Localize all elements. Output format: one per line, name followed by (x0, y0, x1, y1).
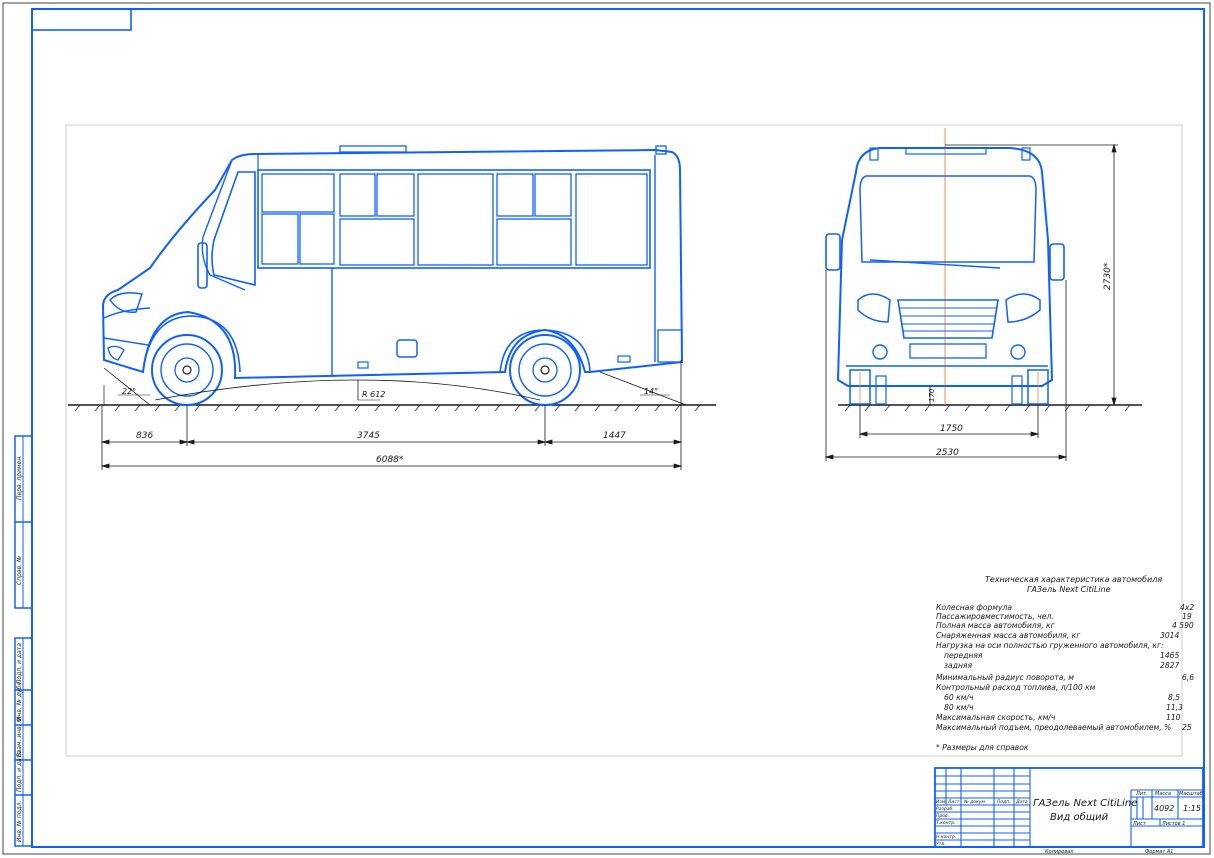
spec-value-6: 2827 (1160, 661, 1179, 670)
dim-overall-length: 6088* (376, 455, 404, 465)
spec-value-1: 19 (1182, 612, 1192, 621)
spec-label-12: Максимальный подъем, преодолеваемый авто… (936, 723, 1171, 732)
spec-value-9: 8,5 (1168, 693, 1180, 702)
spec-label-5: передняя (944, 651, 983, 660)
spec-footnote: * Размеры для справок (936, 743, 1029, 752)
spec-value-12: 25 (1182, 723, 1192, 732)
tb-col-lit: Лит. (1135, 791, 1148, 797)
tb-doc: № докум. (963, 799, 986, 805)
spec-value-2: 4 590 (1172, 621, 1194, 630)
spec-label-0: Колесная формула (936, 603, 1012, 612)
tb-role-0: Разраб. (936, 806, 954, 812)
dim-front-clearance: 170 (928, 388, 936, 402)
stamp-label-sprav: Справ. № (16, 556, 23, 585)
front-view-dimensions (824, 143, 1118, 461)
tb-format: Формат A1 (1145, 849, 1173, 855)
departure-angle: 14° (644, 387, 658, 396)
spec-label-10: 80 км/ч (944, 703, 974, 712)
spec-title-2: ГАЗель Next CitiLine (1027, 585, 1111, 594)
spec-value-7: 6,6 (1182, 673, 1194, 682)
tb-col-scale: Масштаб (1179, 791, 1203, 797)
tb-sheet: Лист (1132, 821, 1147, 827)
spec-label-11: Максимальная скорость, км/ч (936, 713, 1056, 722)
side-stamp: Перв. примен. Справ. № Подп. и дата Инв.… (14, 435, 33, 847)
tb-date: Дата (1015, 799, 1028, 805)
spec-table: Техническая характеристика автомобиля ГА… (936, 575, 1194, 752)
bus-front-view (825, 128, 1142, 412)
tb-mass-value: 4092 (1154, 804, 1174, 813)
spec-value-0: 4x2 (1180, 603, 1194, 612)
dim-rear-overhang: 1447 (603, 431, 626, 441)
stamp-label-podp2: Подп. и дата (16, 751, 23, 792)
dim-wheelbase: 3745 (357, 431, 380, 441)
tb-role-1: Пров. (936, 813, 949, 819)
tb-col-mass: Масса (1155, 791, 1171, 797)
spec-label-1: Пассажировместимость, чел. (936, 612, 1054, 621)
side-view-dimensions (100, 360, 683, 470)
dim-overall-width: 2530 (936, 448, 959, 458)
dim-track-width: 1750 (940, 424, 963, 434)
dim-front-overhang: 836 (136, 431, 153, 441)
tb-scale-value: 1:15 (1183, 804, 1201, 813)
spec-label-3: Снаряженная масса автомобиля, кг (936, 631, 1081, 640)
rear-wheel (509, 334, 581, 406)
stamp-label-podp1: Подп. и дата (16, 643, 23, 684)
ground-clearance-radius: R 612 (362, 390, 385, 399)
spec-value-10: 11,3 (1166, 703, 1183, 712)
title-block: Изм. Лист № докум. Подп. Дата Разраб. Пр… (934, 767, 1204, 855)
spec-label-4: Нагрузка на оси полностью груженного авт… (936, 641, 1164, 650)
spec-value-11: 110 (1166, 713, 1181, 722)
drawing-name-1: ГАЗель Next CitiLine (1033, 798, 1137, 809)
stamp-label-vzam: Взам. инв. № (16, 716, 23, 757)
tb-copied: Копировал (1045, 849, 1074, 855)
tb-izm: Изм. Лист (936, 799, 960, 805)
drawing-name-2: Вид общий (1050, 811, 1109, 823)
stamp-label-inv-podl: Инв. № подл. (16, 801, 23, 842)
spec-label-9: 60 км/ч (944, 693, 974, 702)
spec-label-2: Полная масса автомобиля, кг (936, 621, 1056, 630)
tb-role-2: Т.контр. (936, 820, 956, 826)
drawing-sheet: Перв. примен. Справ. № Подп. и дата Инв.… (2, 2, 1211, 855)
tb-role-4: Н.контр. (936, 834, 956, 840)
approach-angle: 22° (122, 387, 136, 396)
stamp-label-inv-dubl: Инв. № дубл. (16, 680, 23, 721)
tb-role-5: Утв. (936, 841, 945, 847)
spec-label-8: Контрольный расход топлива, л/100 км (936, 683, 1096, 692)
spec-label-6: задняя (944, 661, 972, 670)
tb-sign: Подп. (997, 799, 1011, 805)
spec-label-7: Минимальный радиус поворота, м (936, 673, 1074, 682)
spec-value-3: 3014 (1160, 631, 1179, 640)
spec-value-5: 1465 (1160, 651, 1179, 660)
stamp-label-perv: Перв. примен. (16, 455, 23, 500)
bus-side-view: 22° 14° R 612 (68, 145, 716, 412)
dim-overall-height: 2730* (1103, 262, 1113, 290)
tb-sheets: Листов 1 (1161, 821, 1185, 827)
spec-title-1: Техническая характеристика автомобиля (985, 575, 1162, 584)
